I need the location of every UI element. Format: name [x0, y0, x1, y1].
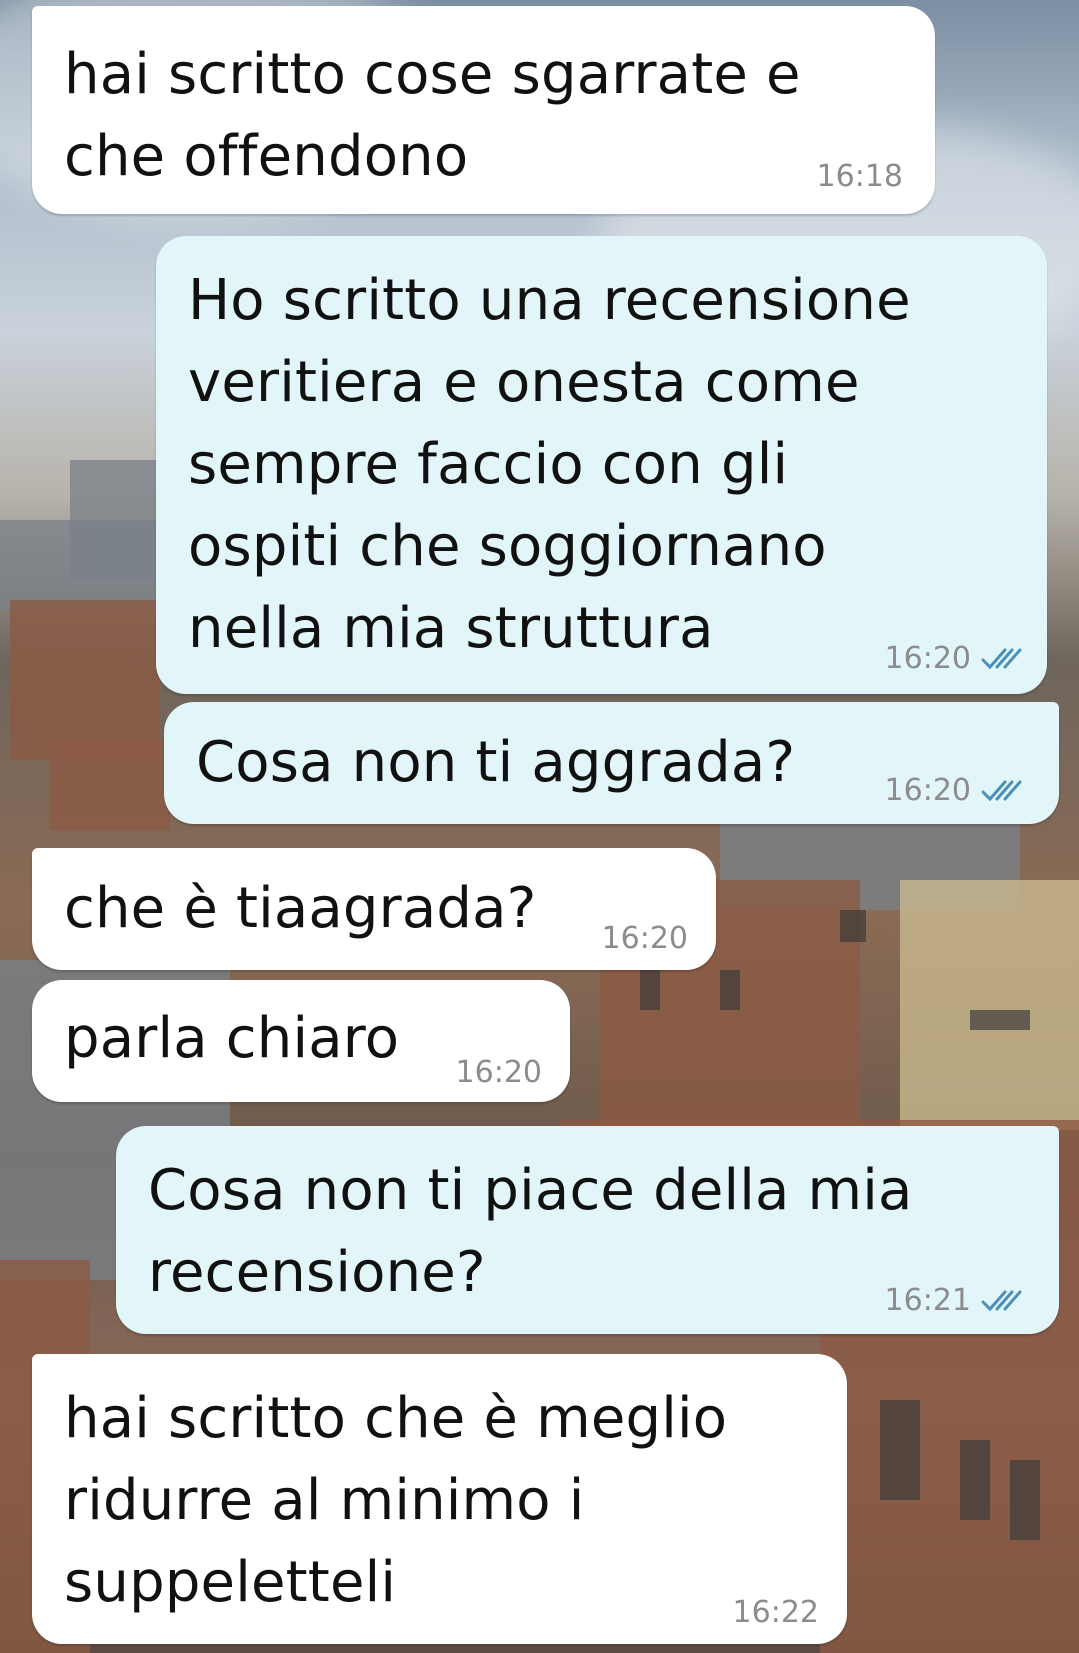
- message-bubble-incoming[interactable]: che è tiaagrada? 16:20: [32, 848, 716, 970]
- double-check-icon: [981, 780, 1022, 801]
- message-meta: 16:21: [885, 1283, 1025, 1318]
- message-text: Ho scritto una recensione veritiera e on…: [188, 268, 911, 661]
- message-time: 16:20: [884, 641, 971, 676]
- double-check-icon: [981, 1290, 1022, 1311]
- message-text: hai scritto che è meglio ridurre al mini…: [64, 1386, 728, 1615]
- message-bubble-outgoing[interactable]: Cosa non ti aggrada? 16:20: [164, 702, 1059, 824]
- message-meta: 16:20: [456, 1055, 542, 1090]
- message-text: Cosa non ti aggrada?: [196, 730, 796, 795]
- message-meta: 16:18: [817, 159, 903, 194]
- message-meta: 16:20: [885, 641, 1025, 676]
- message-bubble-incoming[interactable]: hai scritto cose sgarrate e che offendon…: [32, 6, 935, 214]
- message-time: 16:20: [455, 1055, 542, 1090]
- message-meta: 16:22: [733, 1595, 819, 1630]
- message-time: 16:18: [816, 159, 903, 194]
- double-check-icon: [981, 648, 1022, 669]
- message-meta: 16:20: [602, 921, 688, 956]
- message-time: 16:20: [884, 773, 971, 808]
- chat-message-list[interactable]: hai scritto cose sgarrate e che offendon…: [0, 0, 1079, 1653]
- message-bubble-incoming[interactable]: parla chiaro 16:20: [32, 980, 570, 1102]
- message-meta: 16:20: [885, 773, 1025, 808]
- message-time: 16:21: [884, 1283, 971, 1318]
- message-text: hai scritto cose sgarrate e che offendon…: [64, 42, 801, 189]
- message-text: che è tiaagrada?: [64, 876, 537, 941]
- message-text: Cosa non ti piace della mia recensione?: [148, 1158, 913, 1305]
- message-bubble-outgoing[interactable]: Ho scritto una recensione veritiera e on…: [156, 236, 1047, 694]
- message-text: parla chiaro: [64, 1006, 400, 1071]
- message-bubble-incoming[interactable]: hai scritto che è meglio ridurre al mini…: [32, 1354, 847, 1644]
- message-time: 16:20: [601, 921, 688, 956]
- message-bubble-outgoing[interactable]: Cosa non ti piace della mia recensione? …: [116, 1126, 1059, 1334]
- message-time: 16:22: [732, 1595, 819, 1630]
